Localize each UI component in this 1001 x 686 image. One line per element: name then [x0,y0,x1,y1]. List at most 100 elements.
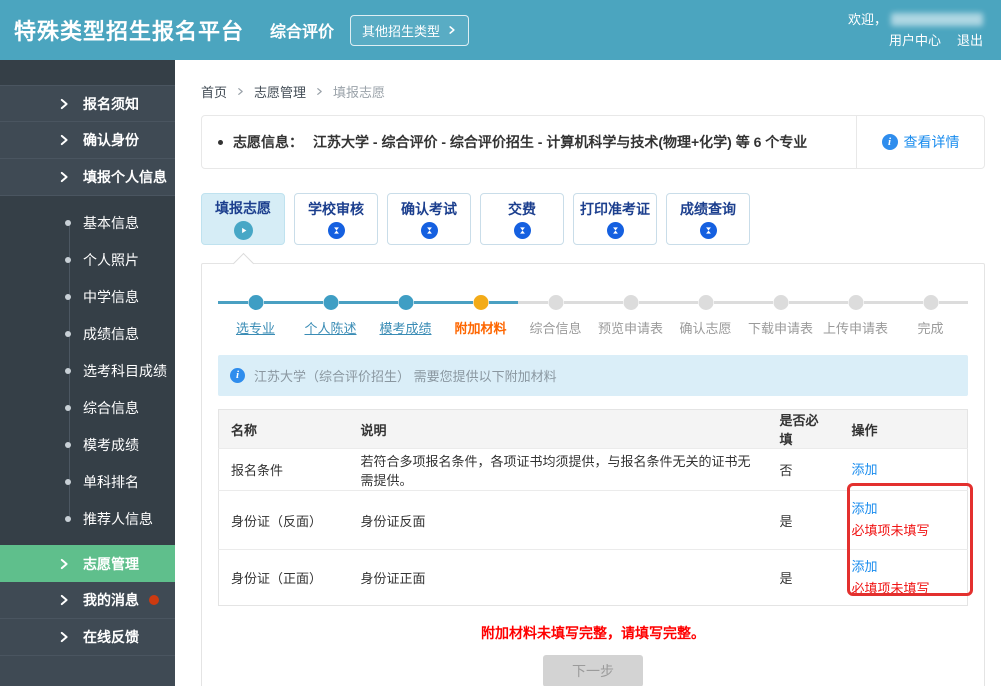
sidebar-subitem-personal-photo[interactable]: 个人照片 [0,241,175,278]
step-label[interactable]: 模考成绩 [379,321,431,336]
sidebar-subitem-comprehensive-info[interactable]: 综合信息 [0,389,175,426]
chevron-right-icon [449,26,455,34]
tab-fill-volunteer[interactable]: 填报志愿 [201,193,285,245]
sidebar-subitem-label: 成绩信息 [83,325,139,342]
chevron-right-icon [238,88,243,95]
other-types-label: 其他招生类型 [362,23,441,39]
tab-label: 确认考试 [401,201,457,217]
sidebar-subitem-label: 基本信息 [83,214,139,231]
chevron-right-icon [60,558,68,569]
breadcrumb-home[interactable]: 首页 [201,82,227,101]
breadcrumb-volunteer-management[interactable]: 志愿管理 [254,82,306,101]
tab-school-review[interactable]: 学校审核 [294,193,378,245]
sidebar-subitem-subject-ranking[interactable]: 单科排名 [0,463,175,500]
sidebar-subitem-recommender-info[interactable]: 推荐人信息 [0,500,175,537]
view-details-button[interactable]: 查看详情 [856,116,984,168]
add-link[interactable]: 添加 [852,459,956,481]
step-confirm-volunteer: 确认志愿 [668,290,743,337]
tab-confirm-exam[interactable]: 确认考试 [387,193,471,245]
tab-score-inquiry[interactable]: 成绩查询 [666,193,750,245]
material-description: 身份证反面 [348,490,768,550]
sidebar-subgroup: 基本信息 个人照片 中学信息 成绩信息 选考科目成绩 综合信息 模考成绩 单科排… [0,196,175,545]
tab-payment[interactable]: 交费 [480,193,564,245]
sidebar-subitem-mock-exam-scores[interactable]: 模考成绩 [0,426,175,463]
material-name: 报名条件 [218,448,349,491]
step-label: 上传申请表 [822,321,888,336]
logout-link[interactable]: 退出 [957,30,983,51]
sidebar-item-label: 在线反馈 [83,629,139,645]
hourglass-icon [699,222,717,239]
other-enrollment-types-button[interactable]: 其他招生类型 [350,14,470,46]
material-description: 若符合多项报名条件，各项证书均须提供，与报名条件无关的证书无需提供。 [348,448,768,491]
sidebar-item-confirm-identity[interactable]: 确认身份 [0,122,175,159]
material-name: 身份证（正面） [218,549,349,606]
bullet-icon [65,219,71,226]
step-download-application: 下载申请表 [743,290,818,337]
sidebar-subitem-score-info[interactable]: 成绩信息 [0,315,175,352]
materials-notice-alert: 江苏大学（综合评价招生） 需要您提供以下附加材料 [218,355,968,396]
chevron-right-icon [60,171,68,183]
volunteer-info-banner: 志愿信息： 江苏大学 - 综合评价 - 综合评价招生 - 计算机科学与技术(物理… [201,115,985,169]
sidebar-item-label: 报名须知 [83,95,139,112]
tab-label: 学校审核 [308,201,364,217]
add-link[interactable]: 添加 [852,556,956,578]
step-label: 确认志愿 [679,321,732,336]
material-required: 否 [767,448,840,491]
sidebar-subitem-school-info[interactable]: 中学信息 [0,278,175,315]
material-action-cell: 添加 [839,448,968,491]
column-header-name: 名称 [218,409,349,449]
next-step-button[interactable]: 下一步 [543,655,643,686]
hourglass-icon [606,222,624,239]
sidebar-item-volunteer-management[interactable]: 志愿管理 [0,545,175,582]
chevron-right-icon [60,631,68,643]
fill-volunteer-panel: 选专业 个人陈述 模考成绩 附加材料 综合信息 预览申请表 确认志愿 下载申请表… [201,263,985,686]
step-dot-icon [848,295,863,310]
user-center-link[interactable]: 用户中心 [889,30,941,51]
required-error-text: 必填项未填写 [851,580,930,596]
stage-tabs: 填报志愿 学校审核 确认考试 交费 打印准考证 成绩查询 [201,193,985,245]
bullet-icon [65,293,71,300]
tab-print-admission-ticket[interactable]: 打印准考证 [573,193,657,245]
sidebar-subitem-elective-scores[interactable]: 选考科目成绩 [0,352,175,389]
sidebar-subitem-label: 单科排名 [83,473,139,490]
step-comprehensive-info: 综合信息 [518,290,593,337]
step-dot-icon [923,295,938,310]
step-dot-icon [473,295,488,310]
step-mock-exam-scores: 模考成绩 [368,290,443,337]
volunteer-info-text-area: 志愿信息： 江苏大学 - 综合评价 - 综合评价招生 - 计算机科学与技术(物理… [202,132,856,152]
step-label: 下载申请表 [747,321,813,336]
step-choose-major: 选专业 [218,290,293,337]
username-redacted [891,13,983,26]
enrollment-category-label: 综合评价 [270,24,335,41]
required-error-text: 必填项未填写 [851,523,930,538]
sidebar-item-online-feedback[interactable]: 在线反馈 [0,619,175,656]
step-label: 附加材料 [454,321,507,336]
chevron-right-icon [60,594,68,606]
step-label: 完成 [917,321,944,336]
sidebar-item-personal-info[interactable]: 填报个人信息 [0,159,175,196]
material-action-cell: 添加 必填项未填写 [839,549,968,606]
view-details-label: 查看详情 [903,134,960,150]
sidebar-item-enrollment-notice[interactable]: 报名须知 [0,85,175,122]
materials-notice-text: 江苏大学（综合评价招生） 需要您提供以下附加材料 [254,369,557,384]
bullet-icon [65,367,71,374]
sidebar-subitem-label: 模考成绩 [83,436,139,453]
step-dot-icon [548,295,563,310]
step-preview-application: 预览申请表 [593,290,668,337]
sidebar-item-label: 确认身份 [83,132,139,148]
sidebar-subitem-basic-info[interactable]: 基本信息 [0,204,175,241]
step-label[interactable]: 个人陈述 [304,321,356,336]
tab-label: 交费 [508,201,536,217]
sidebar-item-label: 填报个人信息 [83,169,167,185]
add-link[interactable]: 添加 [852,498,956,520]
unread-badge-icon [149,595,159,605]
chevron-right-icon [317,88,322,95]
info-icon [881,134,898,150]
sidebar-subitem-label: 综合信息 [83,399,139,416]
step-label[interactable]: 选专业 [236,321,275,336]
step-dot-icon [698,295,713,310]
sidebar-item-my-messages[interactable]: 我的消息 [0,582,175,619]
material-description: 身份证正面 [348,549,768,606]
sidebar-subitem-label: 选考科目成绩 [83,362,167,379]
table-row: 身份证（正面） 身份证正面 是 添加 必填项未填写 [218,549,968,606]
